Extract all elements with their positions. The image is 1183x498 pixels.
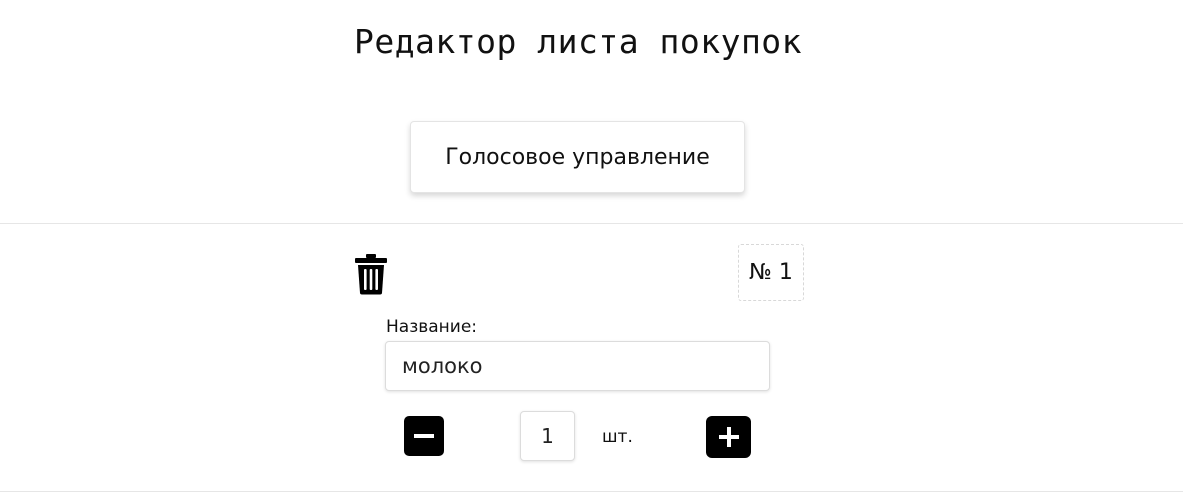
increment-quantity-button[interactable] (706, 416, 751, 458)
trash-icon (355, 254, 387, 295)
item-number-badge: № 1 (738, 244, 804, 301)
unit-label: шт. (602, 427, 633, 447)
divider (0, 491, 1183, 492)
decrement-quantity-button[interactable] (404, 416, 444, 456)
minus-icon (414, 434, 434, 438)
voice-control-button[interactable]: Голосовое управление (410, 121, 745, 193)
page-title: Редактор листа покупок (353, 22, 803, 61)
item-name-input[interactable] (385, 341, 770, 391)
name-label: Название: (386, 317, 478, 337)
delete-item-button[interactable] (352, 252, 390, 296)
quantity-input[interactable] (520, 411, 575, 461)
shopping-item: № 1 Название: шт. (0, 224, 1183, 491)
